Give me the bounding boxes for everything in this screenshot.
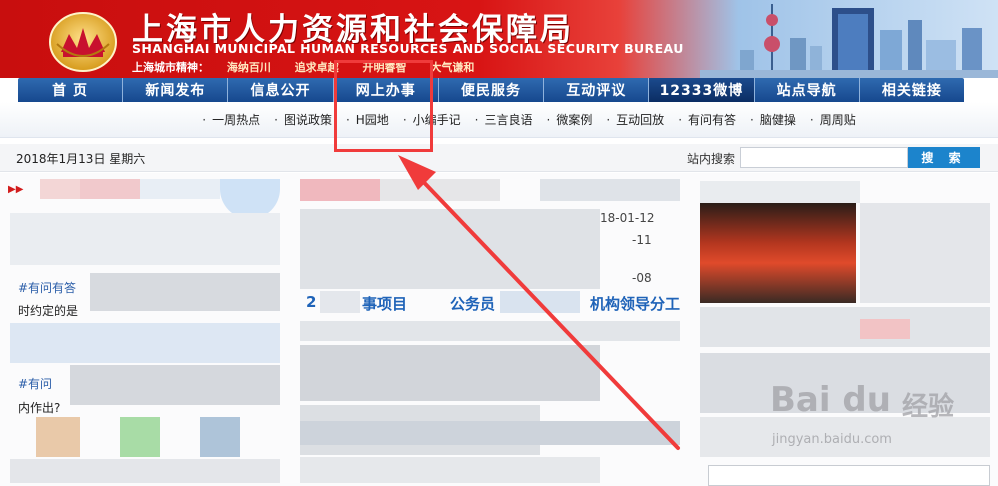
blurred-block — [300, 457, 600, 483]
blurred-block — [40, 179, 80, 199]
site-banner: 上海市人力资源和社会保障局 SHANGHAI MUNICIPAL HUMAN R… — [0, 0, 998, 78]
section-tab[interactable]: 2 — [306, 293, 316, 311]
blurred-block — [10, 459, 280, 483]
watermark-url: jingyan.baidu.com — [772, 432, 892, 447]
watermark-cn: 经验 — [902, 392, 955, 422]
blurred-block — [860, 203, 990, 303]
baidu-logo-icon: Bai du — [770, 380, 891, 420]
date-search-bar: 2018年1月13日 星期六 站内搜索 搜 索 — [0, 144, 998, 172]
city-spirit-line: 上海城市精神： 海纳百川 追求卓越 开明睿智 大气谦和 — [132, 59, 494, 75]
blurred-block — [700, 203, 856, 303]
blurred-block — [70, 365, 280, 405]
blurred-block — [320, 291, 360, 313]
blurred-block — [10, 213, 280, 265]
site-search-label: 站内搜索 — [687, 152, 736, 166]
blurred-block — [380, 179, 500, 201]
city-spirit-motto: 海纳百川 — [226, 61, 271, 74]
blurred-block — [700, 307, 990, 347]
section-tab[interactable]: 事项目 — [362, 293, 407, 314]
left-tag-qa[interactable]: #有问有答 — [18, 279, 76, 296]
highlight-box — [334, 60, 433, 152]
search-button[interactable]: 搜 索 — [908, 147, 980, 168]
nav-home[interactable]: 首 页 — [18, 78, 124, 102]
nav-interactive-review[interactable]: 互动评议 — [544, 78, 650, 102]
blurred-block — [90, 273, 280, 311]
nav-12333-weibo[interactable]: 12333微博 — [649, 78, 755, 102]
left-tag-qa[interactable]: #有问 — [18, 375, 52, 392]
blurred-block — [10, 323, 280, 363]
subnav-good-words[interactable]: 三言良语 — [475, 111, 532, 128]
city-skyline-image — [700, 4, 998, 78]
double-arrow-icon: ▶▶ — [8, 184, 24, 195]
section-tab[interactable]: 机构领导分工 — [590, 293, 680, 314]
blurred-block — [300, 321, 680, 341]
nav-news-release[interactable]: 新闻发布 — [123, 78, 229, 102]
site-title-en: SHANGHAI MUNICIPAL HUMAN RESOURCES AND S… — [132, 41, 684, 56]
bureau-emblem-icon — [49, 12, 117, 72]
blurred-block — [540, 179, 680, 201]
news-date: -11 — [632, 233, 652, 247]
blurred-block — [200, 417, 240, 457]
blurred-block — [140, 179, 220, 199]
blurred-block — [860, 319, 910, 339]
left-snippet[interactable]: 时约定的是 — [18, 302, 78, 319]
main-nav: 首 页 新闻发布 信息公开 网上办事 便民服务 互动评议 12333微博 站点导… — [18, 78, 964, 102]
subnav-policy-graphics[interactable]: 图说政策 — [274, 111, 332, 128]
left-snippet[interactable]: 内作出? — [18, 399, 60, 416]
blurred-block — [120, 417, 160, 457]
nav-site-navigation[interactable]: 站点导航 — [755, 78, 860, 102]
blurred-block — [500, 291, 580, 313]
current-date: 2018年1月13日 星期六 — [16, 152, 146, 166]
city-spirit-motto: 追求卓越 — [294, 61, 339, 74]
blurred-block — [300, 179, 380, 201]
blurred-block — [300, 345, 600, 401]
nav-convenience-services[interactable]: 便民服务 — [439, 78, 545, 102]
blurred-block — [700, 181, 860, 203]
subnav-weekly-hot[interactable]: 一周热点 — [202, 111, 260, 128]
blurred-block — [80, 179, 140, 199]
sub-nav: 一周热点 图说政策 H园地 小编手记 三言良语 微案例 互动回放 有问有答 脑健… — [0, 102, 998, 138]
news-date: 18-01-12 — [600, 211, 655, 225]
nav-info-disclosure[interactable]: 信息公开 — [228, 78, 334, 102]
blurred-block — [300, 421, 680, 445]
subnav-micro-cases[interactable]: 微案例 — [547, 111, 592, 128]
section-tab[interactable]: 公务员 — [450, 293, 495, 314]
blurred-block — [300, 209, 600, 289]
baidu-jingyan-watermark: Bai du 经验 jingyan.baidu.com — [770, 380, 990, 470]
subnav-interactive-replay[interactable]: 互动回放 — [606, 111, 664, 128]
nav-related-links[interactable]: 相关链接 — [860, 78, 964, 102]
site-search-input[interactable] — [740, 147, 908, 168]
city-spirit-motto: 大气谦和 — [430, 61, 475, 74]
subnav-q-and-a[interactable]: 有问有答 — [678, 111, 736, 128]
news-date: -08 — [632, 271, 652, 285]
blurred-block — [36, 417, 80, 457]
subnav-weekly-post[interactable]: 周周贴 — [810, 111, 856, 128]
city-spirit-label: 上海城市精神： — [132, 61, 209, 74]
subnav-brain-exercise[interactable]: 脑健操 — [750, 111, 796, 128]
